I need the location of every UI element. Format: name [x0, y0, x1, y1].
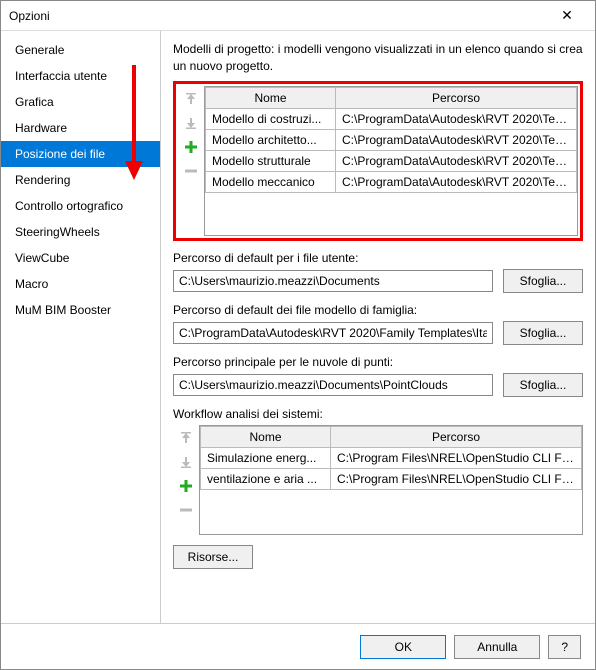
workflow-label: Workflow analisi dei sistemi:	[173, 407, 583, 421]
sidebar-item-hardware[interactable]: Hardware	[1, 115, 160, 141]
template-path-cell[interactable]: C:\ProgramData\Autodesk\RVT 2020\Temp...	[336, 171, 577, 192]
remove-icon[interactable]	[177, 501, 195, 519]
remove-icon[interactable]	[182, 162, 200, 180]
resources-button[interactable]: Risorse...	[173, 545, 253, 569]
options-window: Opzioni ✕ Generale Interfaccia utente Gr…	[0, 0, 596, 670]
template-name-cell[interactable]: Modello architetto...	[206, 129, 336, 150]
move-down-icon[interactable]	[182, 114, 200, 132]
family-path-label: Percorso di default dei file modello di …	[173, 303, 583, 317]
templates-table[interactable]: Nome Percorso Modello di costruzi... C:\…	[204, 86, 578, 236]
sidebar-item-spell-check[interactable]: Controllo ortografico	[1, 193, 160, 219]
move-up-icon[interactable]	[177, 429, 195, 447]
close-icon[interactable]: ✕	[547, 7, 587, 24]
sidebar-item-general[interactable]: Generale	[1, 37, 160, 63]
table-row[interactable]: Modello strutturale C:\ProgramData\Autod…	[206, 150, 577, 171]
body: Generale Interfaccia utente Grafica Hard…	[1, 31, 595, 623]
sidebar-item-viewcube[interactable]: ViewCube	[1, 245, 160, 271]
workflow-header-name[interactable]: Nome	[201, 426, 331, 447]
table-row[interactable]: Modello meccanico C:\ProgramData\Autodes…	[206, 171, 577, 192]
templates-intro-text: Modelli di progetto: i modelli vengono v…	[173, 41, 583, 75]
move-up-icon[interactable]	[182, 90, 200, 108]
pointcloud-path-input[interactable]	[173, 374, 493, 396]
user-path-input[interactable]	[173, 270, 493, 292]
main-panel: Modelli di progetto: i modelli vengono v…	[161, 31, 595, 623]
workflow-name-cell[interactable]: Simulazione energ...	[201, 447, 331, 468]
sidebar-item-file-locations[interactable]: Posizione dei file	[1, 141, 160, 167]
family-path-input[interactable]	[173, 322, 493, 344]
templates-header-name[interactable]: Nome	[206, 87, 336, 108]
pointcloud-path-label: Percorso principale per le nuvole di pun…	[173, 355, 583, 369]
template-path-cell[interactable]: C:\ProgramData\Autodesk\RVT 2020\Temp...	[336, 150, 577, 171]
move-down-icon[interactable]	[177, 453, 195, 471]
workflow-toolbar	[173, 425, 199, 535]
window-title: Opzioni	[9, 9, 547, 23]
template-name-cell[interactable]: Modello di costruzi...	[206, 108, 336, 129]
table-row[interactable]: Modello di costruzi... C:\ProgramData\Au…	[206, 108, 577, 129]
sidebar-item-mum-bim-booster[interactable]: MuM BIM Booster	[1, 297, 160, 323]
titlebar: Opzioni ✕	[1, 1, 595, 31]
templates-toolbar	[178, 86, 204, 236]
workflow-panel: Nome Percorso Simulazione energ... C:\Pr…	[173, 425, 583, 535]
workflow-header-path[interactable]: Percorso	[331, 426, 582, 447]
ok-button[interactable]: OK	[360, 635, 446, 659]
workflow-name-cell[interactable]: ventilazione e aria ...	[201, 468, 331, 489]
table-row[interactable]: Simulazione energ... C:\Program Files\NR…	[201, 447, 582, 468]
templates-panel: Nome Percorso Modello di costruzi... C:\…	[173, 81, 583, 241]
sidebar-item-rendering[interactable]: Rendering	[1, 167, 160, 193]
user-path-label: Percorso di default per i file utente:	[173, 251, 583, 265]
sidebar: Generale Interfaccia utente Grafica Hard…	[1, 31, 161, 623]
workflow-table[interactable]: Nome Percorso Simulazione energ... C:\Pr…	[199, 425, 583, 535]
sidebar-item-graphics[interactable]: Grafica	[1, 89, 160, 115]
template-name-cell[interactable]: Modello meccanico	[206, 171, 336, 192]
footer: OK Annulla ?	[1, 623, 595, 669]
workflow-path-cell[interactable]: C:\Program Files\NREL\OpenStudio CLI For…	[331, 447, 582, 468]
template-path-cell[interactable]: C:\ProgramData\Autodesk\RVT 2020\Temp...	[336, 129, 577, 150]
help-button[interactable]: ?	[548, 635, 581, 659]
sidebar-item-macro[interactable]: Macro	[1, 271, 160, 297]
pointcloud-path-browse-button[interactable]: Sfoglia...	[503, 373, 583, 397]
cancel-button[interactable]: Annulla	[454, 635, 540, 659]
template-name-cell[interactable]: Modello strutturale	[206, 150, 336, 171]
sidebar-item-user-interface[interactable]: Interfaccia utente	[1, 63, 160, 89]
templates-header-path[interactable]: Percorso	[336, 87, 577, 108]
table-row[interactable]: ventilazione e aria ... C:\Program Files…	[201, 468, 582, 489]
add-icon[interactable]	[177, 477, 195, 495]
template-path-cell[interactable]: C:\ProgramData\Autodesk\RVT 2020\Temp...	[336, 108, 577, 129]
user-path-browse-button[interactable]: Sfoglia...	[503, 269, 583, 293]
sidebar-item-steeringwheels[interactable]: SteeringWheels	[1, 219, 160, 245]
family-path-browse-button[interactable]: Sfoglia...	[503, 321, 583, 345]
add-icon[interactable]	[182, 138, 200, 156]
workflow-path-cell[interactable]: C:\Program Files\NREL\OpenStudio CLI For…	[331, 468, 582, 489]
table-row[interactable]: Modello architetto... C:\ProgramData\Aut…	[206, 129, 577, 150]
